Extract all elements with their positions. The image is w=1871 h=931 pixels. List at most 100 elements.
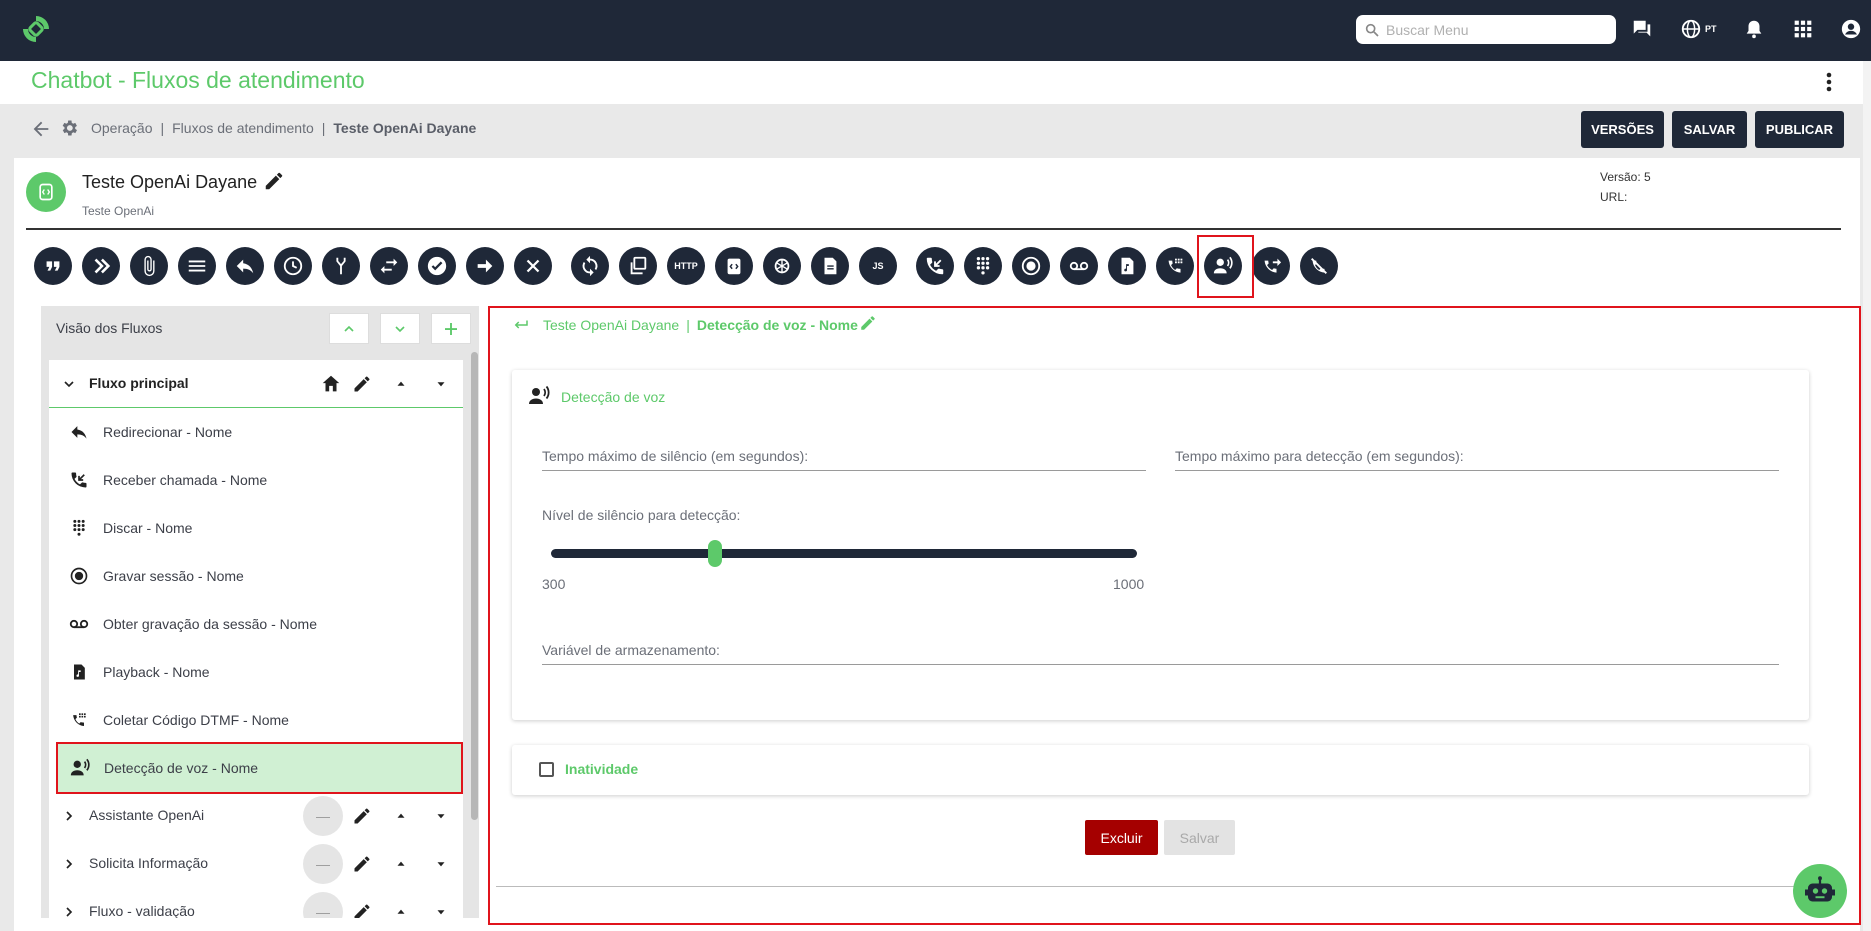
publish-button[interactable]: PUBLICAR: [1755, 111, 1844, 148]
playback-icon[interactable]: [1108, 247, 1146, 285]
chatbot-assistant-icon[interactable]: [1793, 864, 1847, 918]
code-icon[interactable]: [715, 247, 753, 285]
move-down-icon[interactable]: [429, 804, 453, 828]
slider-min-label: 300: [542, 576, 566, 592]
home-icon[interactable]: [319, 372, 343, 396]
divider: [496, 886, 1825, 887]
list-item[interactable]: Redirecionar - Nome: [57, 408, 461, 456]
dtmf-icon[interactable]: [1156, 247, 1194, 285]
list-item[interactable]: Receber chamada - Nome: [57, 456, 461, 504]
sub-flow-node[interactable]: Assistante OpenAi —: [49, 792, 463, 840]
move-up-icon[interactable]: [389, 804, 413, 828]
set-home-button[interactable]: —: [303, 892, 343, 918]
branch-icon[interactable]: [322, 247, 360, 285]
breadcrumb-operacao[interactable]: Operação: [91, 120, 152, 136]
apps-grid-icon[interactable]: [1791, 17, 1815, 41]
chat-icon[interactable]: [1630, 17, 1654, 41]
check-icon[interactable]: [418, 247, 456, 285]
list-item[interactable]: Discar - Nome: [57, 504, 461, 552]
silence-level-slider[interactable]: [551, 549, 1137, 558]
list-item-label: Receber chamada - Nome: [103, 472, 268, 488]
incoming-call-icon[interactable]: [916, 247, 954, 285]
save-button[interactable]: SALVAR: [1672, 111, 1747, 148]
clock-icon[interactable]: [274, 247, 312, 285]
hangup-icon[interactable]: [1300, 247, 1338, 285]
sub-flow-node[interactable]: Solicita Informação —: [49, 840, 463, 888]
move-up-icon[interactable]: [389, 852, 413, 876]
openai-icon[interactable]: [763, 247, 801, 285]
sync-icon[interactable]: [571, 247, 609, 285]
list-item-label: Discar - Nome: [103, 520, 193, 536]
max-silence-field[interactable]: Tempo máximo de silêncio (em segundos):: [542, 448, 1146, 471]
account-icon[interactable]: [1839, 17, 1863, 41]
edit-pencil-icon[interactable]: [350, 900, 374, 918]
storage-variable-field[interactable]: Variável de armazenamento:: [542, 642, 1779, 665]
breadcrumb-fluxos[interactable]: Fluxos de atendimento: [172, 120, 314, 136]
reply-icon[interactable]: [226, 247, 264, 285]
list-item[interactable]: Playback - Nome: [57, 648, 461, 696]
edit-pencil-icon[interactable]: [263, 170, 285, 195]
collapse-all-button[interactable]: [329, 313, 369, 344]
quote-icon[interactable]: [34, 247, 72, 285]
move-up-icon[interactable]: [389, 900, 413, 918]
edit-pencil-icon[interactable]: [350, 852, 374, 876]
list-item[interactable]: Coletar Código DTMF - Nome: [57, 696, 461, 744]
dialpad-icon[interactable]: [964, 247, 1002, 285]
search-box[interactable]: [1356, 15, 1616, 44]
voicemail-icon[interactable]: [1060, 247, 1098, 285]
inactivity-label: Inatividade: [565, 761, 639, 777]
language-label[interactable]: PT: [1705, 24, 1717, 34]
delete-button[interactable]: Excluir: [1085, 820, 1158, 855]
menu-lines-icon[interactable]: [178, 247, 216, 285]
chevron-down-icon: [395, 325, 405, 332]
versions-button[interactable]: VERSÕES: [1581, 111, 1664, 148]
document-icon[interactable]: [811, 247, 849, 285]
chevron-right-icon[interactable]: [57, 804, 81, 828]
more-options-icon[interactable]: [1817, 70, 1841, 94]
move-up-icon[interactable]: [389, 372, 413, 396]
close-icon[interactable]: [514, 247, 552, 285]
expand-all-button[interactable]: [380, 313, 420, 344]
add-flow-button[interactable]: [431, 313, 471, 344]
page-scrollbar[interactable]: [1863, 61, 1871, 931]
return-arrow-icon[interactable]: [512, 316, 530, 337]
arrow-right-icon[interactable]: [466, 247, 504, 285]
edit-pencil-icon[interactable]: [859, 314, 877, 335]
chevron-right-icon[interactable]: [57, 900, 81, 918]
swap-icon[interactable]: [370, 247, 408, 285]
main-flow-node[interactable]: Fluxo principal: [49, 360, 463, 408]
list-item[interactable]: Obter gravação da sessão - Nome: [57, 600, 461, 648]
inactivity-checkbox[interactable]: [539, 762, 554, 777]
back-arrow-icon[interactable]: [30, 118, 52, 143]
breadcrumb-current: Teste OpenAi Dayane: [333, 120, 477, 136]
record-icon[interactable]: [1012, 247, 1050, 285]
sub-flow-node[interactable]: Fluxo - validação —: [49, 888, 463, 918]
javascript-icon[interactable]: JS: [859, 247, 897, 285]
slider-thumb[interactable]: [708, 540, 723, 567]
http-icon[interactable]: HTTP: [667, 247, 705, 285]
logo-icon[interactable]: [20, 13, 52, 45]
globe-icon[interactable]: [1679, 17, 1703, 41]
move-down-icon[interactable]: [429, 852, 453, 876]
max-detection-field[interactable]: Tempo máximo para detecção (em segundos)…: [1175, 448, 1779, 471]
chevron-right-icon[interactable]: [57, 852, 81, 876]
tree-scrollbar[interactable]: [471, 352, 478, 820]
main-flow-label: Fluxo principal: [89, 375, 189, 391]
edit-pencil-icon[interactable]: [350, 372, 374, 396]
forward-call-icon[interactable]: [1252, 247, 1290, 285]
attachment-icon[interactable]: [130, 247, 168, 285]
set-home-button[interactable]: —: [303, 796, 343, 836]
double-chevron-icon[interactable]: [82, 247, 120, 285]
set-home-button[interactable]: —: [303, 844, 343, 884]
search-input[interactable]: [1386, 21, 1606, 38]
move-down-icon[interactable]: [429, 900, 453, 918]
edit-pencil-icon[interactable]: [350, 804, 374, 828]
editor-crumb-flow[interactable]: Teste OpenAi Dayane: [543, 317, 679, 333]
chevron-down-icon[interactable]: [57, 372, 81, 396]
move-down-icon[interactable]: [429, 372, 453, 396]
copy-icon[interactable]: [619, 247, 657, 285]
alarm-icon[interactable]: [1742, 17, 1766, 41]
list-item[interactable]: Gravar sessão - Nome: [57, 552, 461, 600]
save-node-button[interactable]: Salvar: [1164, 820, 1235, 855]
list-item-selected[interactable]: Detecção de voz - Nome: [56, 742, 463, 794]
